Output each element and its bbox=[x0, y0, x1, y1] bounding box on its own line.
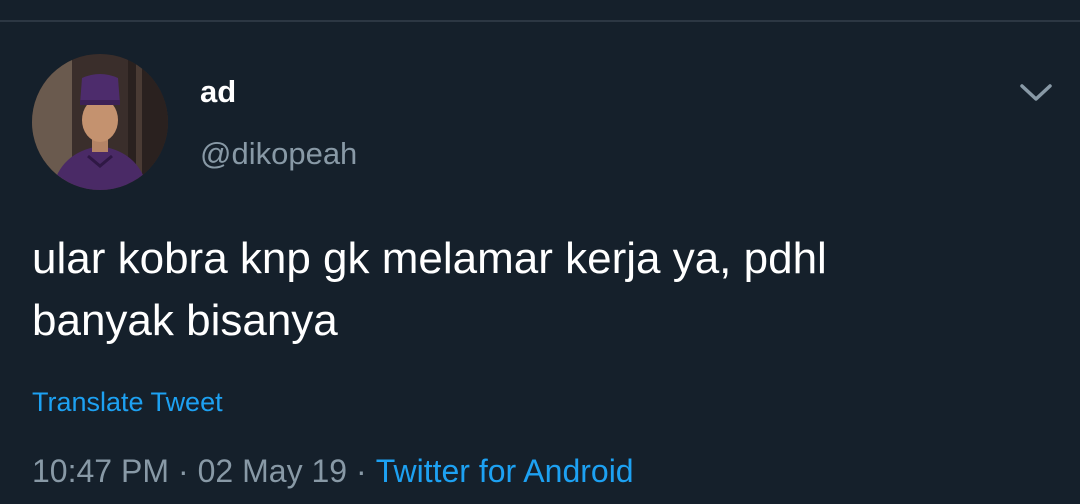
avatar-photo bbox=[32, 54, 168, 190]
tweet-text-line: banyak bisanya bbox=[32, 296, 338, 345]
tweet-source-link[interactable]: Twitter for Android bbox=[376, 453, 634, 489]
tweet-date[interactable]: 02 May 19 bbox=[198, 453, 347, 489]
top-divider bbox=[0, 20, 1080, 22]
translate-tweet-link[interactable]: Translate Tweet bbox=[32, 384, 223, 420]
meta-separator: · bbox=[356, 453, 367, 489]
tweet-meta: 10:47 PM · 02 May 19 · Twitter for Android bbox=[32, 450, 634, 492]
tweet-text: ular kobra knp gk melamar kerja ya, pdhl… bbox=[32, 228, 1042, 352]
avatar[interactable] bbox=[32, 54, 168, 190]
tweet-text-line: ular kobra knp gk melamar kerja ya, pdhl bbox=[32, 234, 827, 283]
chevron-down-icon[interactable] bbox=[1014, 74, 1058, 108]
display-name[interactable]: ad bbox=[200, 72, 236, 112]
tweet-time[interactable]: 10:47 PM bbox=[32, 453, 169, 489]
user-handle[interactable]: @dikopeah bbox=[200, 134, 357, 174]
meta-separator: · bbox=[177, 453, 189, 489]
